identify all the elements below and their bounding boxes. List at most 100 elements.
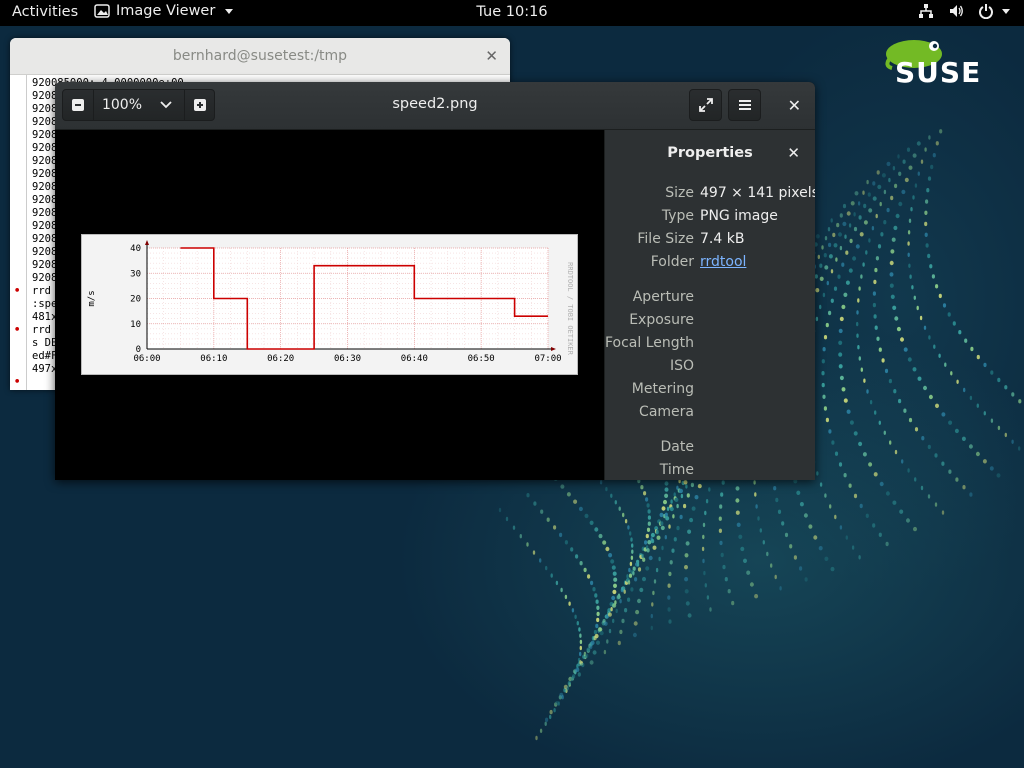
- wallpaper-dot: [846, 409, 851, 414]
- wallpaper-dot: [673, 496, 677, 501]
- wallpaper-dot: [609, 601, 614, 607]
- clock[interactable]: Tue 10:16: [476, 4, 547, 20]
- wallpaper-dot: [559, 532, 563, 538]
- wallpaper-dot: [912, 367, 917, 372]
- wallpaper-dot: [873, 279, 877, 285]
- wallpaper-dot: [512, 525, 516, 530]
- wallpaper-dot: [856, 333, 859, 338]
- wallpaper-dot: [877, 184, 882, 190]
- wallpaper-dot: [567, 681, 571, 686]
- wallpaper-dot: [620, 587, 624, 593]
- close-icon[interactable]: ✕: [788, 96, 801, 115]
- wallpaper-dot: [539, 558, 542, 563]
- wallpaper-dot: [872, 291, 877, 296]
- system-tray[interactable]: [918, 3, 1010, 19]
- wallpaper-dot: [856, 321, 859, 327]
- wallpaper-dot: [784, 532, 789, 538]
- wallpaper-dot: [645, 566, 650, 571]
- wallpaper-dot: [612, 571, 617, 576]
- terminal-titlebar[interactable]: bernhard@susetest:/tmp ✕: [10, 38, 510, 75]
- wallpaper-dot: [685, 484, 688, 489]
- wallpaper-dot: [608, 553, 613, 558]
- wallpaper-dot: [617, 640, 621, 646]
- wallpaper-dot: [650, 625, 653, 631]
- terminal-line: 481x: [32, 311, 58, 323]
- close-icon[interactable]: ✕: [485, 47, 498, 65]
- wallpaper-dot: [954, 428, 959, 434]
- wallpaper-dot: [684, 589, 689, 594]
- wallpaper-dot: [616, 595, 620, 600]
- wallpaper-dot: [607, 610, 611, 616]
- wallpaper-dot: [633, 621, 638, 626]
- wallpaper-dot: [1011, 392, 1015, 397]
- wallpaper-dot: [598, 533, 603, 539]
- wallpaper-dot: [819, 304, 822, 310]
- fullscreen-button[interactable]: [689, 89, 722, 121]
- wallpaper-dot: [924, 221, 928, 227]
- wallpaper-dot: [903, 347, 908, 352]
- wallpaper-dot: [720, 492, 724, 497]
- wallpaper-dot: [669, 560, 673, 565]
- wallpaper-dot: [898, 171, 902, 176]
- wallpaper-dot: [579, 660, 582, 665]
- property-row: Metering: [605, 381, 815, 401]
- wallpaper-dot: [906, 147, 911, 152]
- wallpaper-dot: [719, 504, 723, 509]
- wallpaper-dot: [629, 531, 632, 536]
- wallpaper-dot: [665, 516, 670, 521]
- wallpaper-dot: [822, 292, 826, 298]
- wallpaper-dot: [826, 280, 829, 286]
- wallpaper-dot: [596, 611, 600, 617]
- wallpaper-dot: [738, 534, 743, 539]
- wallpaper-dot: [773, 486, 777, 491]
- wallpaper-dot: [702, 558, 705, 564]
- wallpaper-dot: [1004, 432, 1007, 438]
- terminal-line: :spe: [32, 298, 58, 310]
- wallpaper-dot: [634, 577, 638, 582]
- close-icon[interactable]: ✕: [787, 144, 800, 162]
- wallpaper-dot: [823, 253, 827, 258]
- wallpaper-dot: [903, 408, 907, 413]
- wallpaper-dot: [872, 196, 877, 201]
- wallpaper-dot: [708, 487, 711, 492]
- wallpaper-dot: [578, 627, 581, 632]
- wallpaper-dot: [655, 529, 659, 535]
- wallpaper-dot: [582, 654, 586, 659]
- wallpaper-dot: [684, 553, 689, 558]
- wallpaper-dot: [830, 566, 835, 572]
- image-viewer-window[interactable]: 100% speed2.png ✕ 06:00 06:10 06:20 06:30 06…: [55, 82, 815, 480]
- wallpaper-dot: [705, 499, 709, 504]
- image-canvas[interactable]: 06:00 06:10 06:20 06:30 06:40 06:50 07:00 0 10 20…: [55, 130, 604, 480]
- folder-link[interactable]: rrdtool: [700, 254, 746, 270]
- wallpaper-dot: [821, 245, 824, 250]
- wallpaper-dot: [574, 614, 577, 619]
- suse-logo-text: SUSE: [895, 56, 982, 89]
- wallpaper-dot: [578, 506, 583, 512]
- wallpaper-dot: [858, 441, 863, 447]
- wallpaper-dot: [577, 672, 581, 677]
- viewer-headerbar[interactable]: 100% speed2.png ✕: [55, 82, 815, 130]
- wallpaper-dot: [898, 201, 903, 207]
- property-row: Date: [605, 439, 815, 459]
- displayed-image: 06:00 06:10 06:20 06:30 06:40 06:50 07:00 0 10 20…: [81, 234, 578, 375]
- wallpaper-dot: [766, 551, 769, 557]
- wallpaper-dot: [709, 607, 712, 612]
- wallpaper-dot: [719, 540, 723, 546]
- wallpaper-dot: [627, 597, 631, 602]
- wallpaper-dot: [683, 480, 688, 485]
- wallpaper-dot: [684, 565, 688, 570]
- wallpaper-dot: [843, 292, 848, 297]
- wallpaper-dot: [650, 613, 653, 619]
- wallpaper-dot: [833, 286, 838, 291]
- wallpaper-dot: [983, 362, 987, 368]
- wallpaper-dot: [839, 245, 843, 251]
- wallpaper-dot: [920, 485, 924, 491]
- wallpaper-dot: [969, 395, 973, 401]
- menu-button[interactable]: [728, 89, 761, 121]
- property-key: Type: [661, 208, 694, 224]
- wallpaper-dot: [914, 427, 919, 432]
- wallpaper-dot: [961, 436, 966, 441]
- wallpaper-dot: [872, 181, 876, 186]
- wallpaper-dot: [897, 154, 900, 159]
- wallpaper-dot: [868, 462, 873, 467]
